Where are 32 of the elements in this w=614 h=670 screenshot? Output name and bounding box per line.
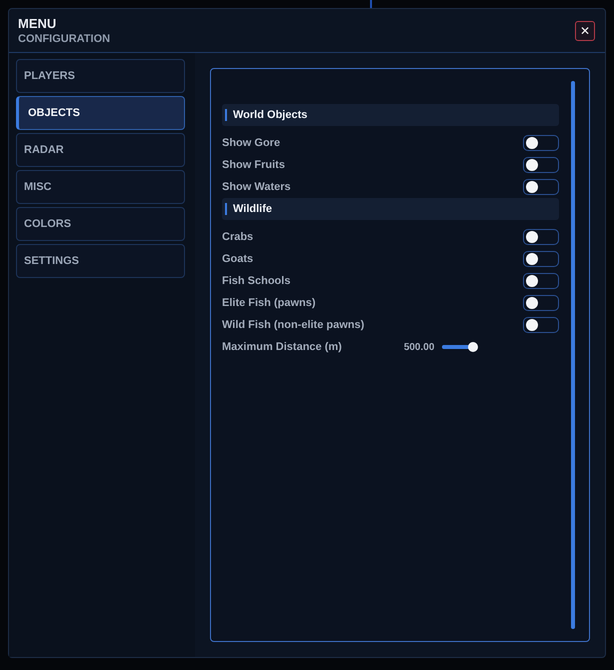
option-label: Show Gore [222,137,280,149]
toggle-switch[interactable] [523,157,559,173]
slider-value: 500.00 [404,342,434,352]
sidebar-tab[interactable]: COLORS [16,207,185,241]
option-label: Fish Schools [222,275,290,287]
option-label: Wild Fish (non-elite pawns) [222,319,364,331]
option-label: Elite Fish (pawns) [222,297,316,309]
scrollbar[interactable] [571,81,575,629]
section-title: World Objects [233,109,308,121]
close-button[interactable]: ✕ [575,20,595,40]
toggle-switch[interactable] [523,251,559,267]
window-title: MENU [18,16,58,31]
option-label: Crabs [222,231,254,243]
window-subtitle: CONFIGURATION [18,33,110,45]
option-label: Show Waters [222,181,291,193]
sidebar-tab[interactable]: SETTINGS [16,244,185,278]
option-label: Maximum Distance (m) [222,341,342,353]
toggle-switch[interactable] [523,229,559,245]
sidebar-tab[interactable]: RADAR [16,133,185,167]
sidebar-tab[interactable]: PLAYERS [16,59,185,93]
slider-thumb[interactable] [468,342,478,352]
option-label: Goats [222,253,254,265]
option-label: Show Fruits [222,159,285,171]
section-title: Wildlife [233,203,272,215]
toggle-switch[interactable] [523,317,559,333]
toggle-switch[interactable] [523,295,559,311]
sidebar-tab[interactable]: MISC [16,170,185,204]
toggle-switch[interactable] [523,179,559,195]
toggle-switch[interactable] [523,273,559,289]
slider-track[interactable] [442,345,478,349]
sidebar-tab[interactable]: OBJECTS [16,96,185,130]
toggle-switch[interactable] [523,135,559,151]
